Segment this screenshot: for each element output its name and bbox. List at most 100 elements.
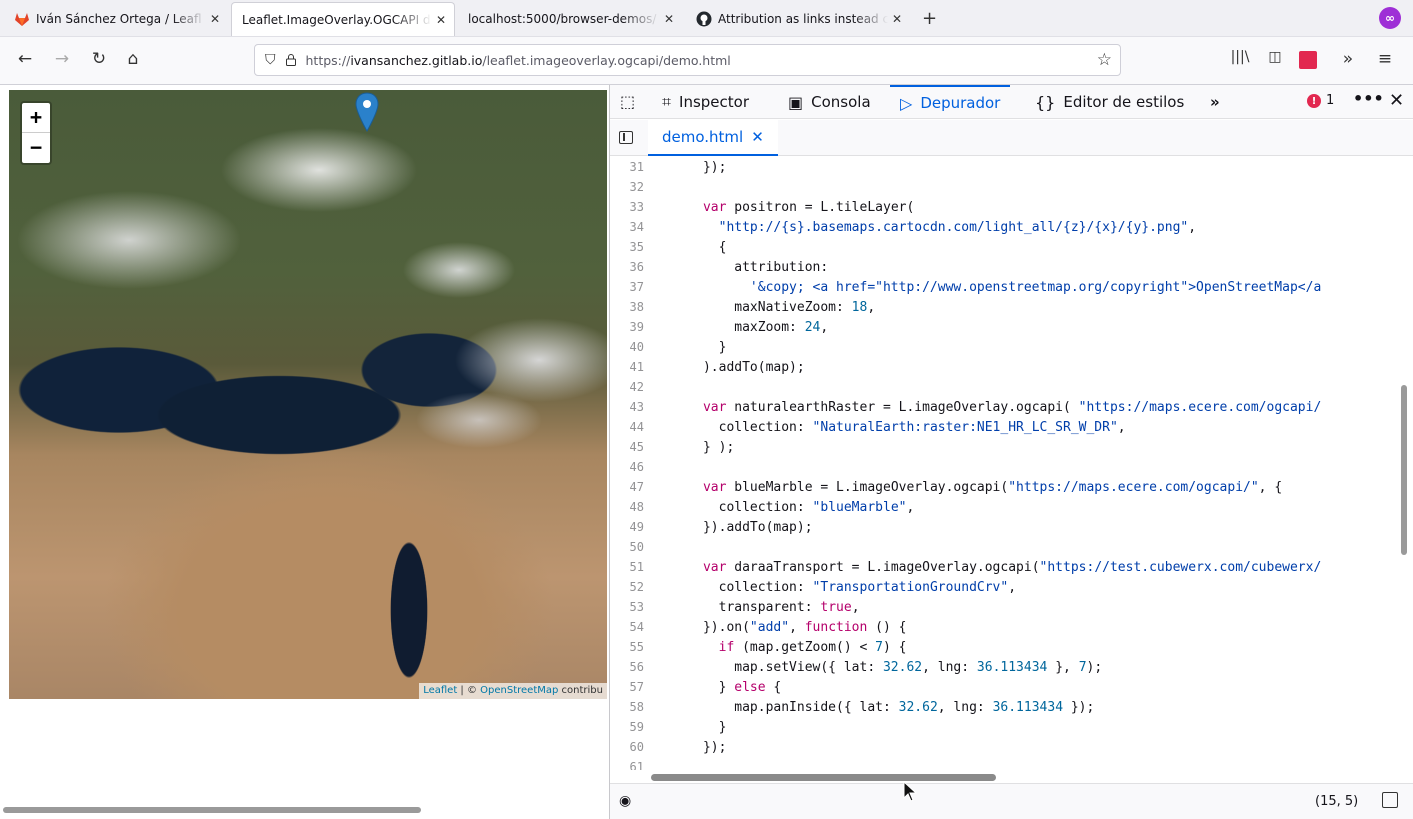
line-number[interactable]: 60 — [610, 737, 644, 757]
code-line[interactable]: 52 collection: "TransportationGroundCrv"… — [610, 577, 1400, 597]
code-line[interactable]: 32 — [610, 177, 1400, 197]
close-tab-icon[interactable]: ✕ — [436, 13, 446, 27]
library-icon[interactable]: |||\ — [1228, 49, 1252, 65]
code-line[interactable]: 58 map.panInside({ lat: 32.62, lng: 36.1… — [610, 697, 1400, 717]
line-number[interactable]: 31 — [610, 157, 644, 177]
line-number[interactable]: 42 — [610, 377, 644, 397]
line-number[interactable]: 48 — [610, 497, 644, 517]
overflow-chevron-icon[interactable]: » — [1336, 49, 1360, 69]
tab-style-editor[interactable]: {} Editor de estilos — [1035, 85, 1184, 119]
code-line[interactable]: 48 collection: "blueMarble", — [610, 497, 1400, 517]
line-number[interactable]: 36 — [610, 257, 644, 277]
addon-icon[interactable] — [1299, 51, 1317, 69]
hamburger-menu-icon[interactable]: ≡ — [1373, 49, 1397, 69]
url-bar[interactable]: ⛉ https://ivansanchez.gitlab.io/leaflet.… — [254, 44, 1121, 76]
close-devtools-icon[interactable]: ✕ — [1389, 90, 1404, 111]
error-icon[interactable]: ! — [1307, 94, 1321, 108]
devtools-options-icon[interactable]: ••• — [1353, 89, 1384, 108]
new-tab-button[interactable]: + — [922, 8, 937, 29]
line-number[interactable]: 46 — [610, 457, 644, 477]
eye-icon[interactable]: ◉ — [619, 793, 631, 809]
sources-sidebar-toggle-icon[interactable] — [619, 131, 633, 144]
line-number[interactable]: 33 — [610, 197, 644, 217]
tab-console[interactable]: ▣ Consola — [788, 85, 871, 119]
line-number[interactable]: 59 — [610, 717, 644, 737]
reload-icon[interactable]: ↻ — [87, 49, 111, 69]
line-number[interactable]: 45 — [610, 437, 644, 457]
code-line[interactable]: 37 '&copy; <a href="http://www.openstree… — [610, 277, 1400, 297]
line-number[interactable]: 37 — [610, 277, 644, 297]
code-line[interactable]: 54 }).on("add", function () { — [610, 617, 1400, 637]
code-line[interactable]: 44 collection: "NaturalEarth:raster:NE1_… — [610, 417, 1400, 437]
lock-icon[interactable] — [285, 54, 296, 66]
close-tab-icon[interactable]: ✕ — [210, 12, 220, 26]
code-line[interactable]: 47 var blueMarble = L.imageOverlay.ogcap… — [610, 477, 1400, 497]
line-number[interactable]: 40 — [610, 337, 644, 357]
line-number[interactable]: 50 — [610, 537, 644, 557]
code-line[interactable]: 49 }).addTo(map); — [610, 517, 1400, 537]
close-tab-icon[interactable]: ✕ — [892, 12, 902, 26]
error-count[interactable]: 1 — [1326, 93, 1334, 108]
line-number[interactable]: 61 — [610, 757, 644, 770]
tab-debugger[interactable]: ▷ Depurador — [890, 85, 1011, 119]
openstreetmap-link[interactable]: OpenStreetMap — [480, 685, 558, 696]
code-line[interactable]: 31 }); — [610, 157, 1400, 177]
home-icon[interactable]: ⌂ — [121, 49, 145, 69]
code-line[interactable]: 57 } else { — [610, 677, 1400, 697]
leaflet-link[interactable]: Leaflet — [423, 685, 457, 696]
zoom-out-button[interactable]: − — [22, 133, 50, 163]
code-line[interactable]: 56 map.setView({ lat: 32.62, lng: 36.113… — [610, 657, 1400, 677]
line-number[interactable]: 57 — [610, 677, 644, 697]
tab-inspector[interactable]: ⌗ Inspector — [662, 85, 749, 119]
sidebar-icon[interactable]: ◫ — [1263, 49, 1287, 65]
code-line[interactable]: 36 attribution: — [610, 257, 1400, 277]
code-horizontal-scrollbar[interactable] — [651, 774, 996, 781]
line-number[interactable]: 34 — [610, 217, 644, 237]
line-number[interactable]: 41 — [610, 357, 644, 377]
code-line[interactable]: 42 — [610, 377, 1400, 397]
tracking-shield-icon[interactable]: ⛉ — [265, 52, 276, 68]
line-number[interactable]: 55 — [610, 637, 644, 657]
code-line[interactable]: 43 var naturalearthRaster = L.imageOverl… — [610, 397, 1400, 417]
browser-tab-localhost[interactable]: localhost:5000/browser-demos/ ✕ — [458, 2, 682, 36]
more-tabs-chevron-icon[interactable]: » — [1210, 85, 1220, 119]
url-text[interactable]: https://ivansanchez.gitlab.io/leaflet.im… — [306, 53, 731, 68]
code-line[interactable]: 35 { — [610, 237, 1400, 257]
code-line[interactable]: 60 }); — [610, 737, 1400, 757]
code-line[interactable]: 59 } — [610, 717, 1400, 737]
forward-arrow-icon[interactable]: → — [50, 49, 74, 69]
bookmark-star-icon[interactable]: ☆ — [1097, 50, 1112, 70]
source-tab-demo-html[interactable]: demo.html ✕ — [648, 120, 778, 156]
code-line[interactable]: 51 var daraaTransport = L.imageOverlay.o… — [610, 557, 1400, 577]
back-arrow-icon[interactable]: ← — [13, 49, 37, 69]
code-line[interactable]: 50 — [610, 537, 1400, 557]
code-line[interactable]: 39 maxZoom: 24, — [610, 317, 1400, 337]
line-number[interactable]: 52 — [610, 577, 644, 597]
map-viewport[interactable]: + − Leaflet | © OpenStreetMap contribu — [9, 90, 607, 699]
line-number[interactable]: 58 — [610, 697, 644, 717]
line-number[interactable]: 47 — [610, 477, 644, 497]
code-editor[interactable]: 31 }); 32 33 var positron = L.tileLayer(34… — [610, 157, 1400, 770]
code-line[interactable]: 45 } ); — [610, 437, 1400, 457]
line-number[interactable]: 44 — [610, 417, 644, 437]
line-number[interactable]: 56 — [610, 657, 644, 677]
element-picker-icon[interactable]: ⬚ — [620, 92, 635, 111]
toggle-panel-icon[interactable] — [1382, 792, 1398, 808]
code-vertical-scrollbar[interactable] — [1401, 385, 1407, 555]
code-line[interactable]: 40 } — [610, 337, 1400, 357]
map-marker-icon[interactable] — [355, 92, 379, 132]
line-number[interactable]: 51 — [610, 557, 644, 577]
line-number[interactable]: 32 — [610, 177, 644, 197]
code-line[interactable]: 55 if (map.getZoom() < 7) { — [610, 637, 1400, 657]
browser-tab-github[interactable]: Attribution as links instead c ✕ — [686, 2, 910, 36]
line-number[interactable]: 43 — [610, 397, 644, 417]
zoom-in-button[interactable]: + — [22, 103, 50, 133]
page-horizontal-scrollbar[interactable] — [3, 807, 421, 813]
line-number[interactable]: 38 — [610, 297, 644, 317]
close-tab-icon[interactable]: ✕ — [664, 12, 674, 26]
code-line[interactable]: 53 transparent: true, — [610, 597, 1400, 617]
code-line[interactable]: 46 — [610, 457, 1400, 477]
code-line[interactable]: 38 maxNativeZoom: 18, — [610, 297, 1400, 317]
line-number[interactable]: 39 — [610, 317, 644, 337]
extension-icon[interactable]: ∞ — [1379, 7, 1401, 29]
